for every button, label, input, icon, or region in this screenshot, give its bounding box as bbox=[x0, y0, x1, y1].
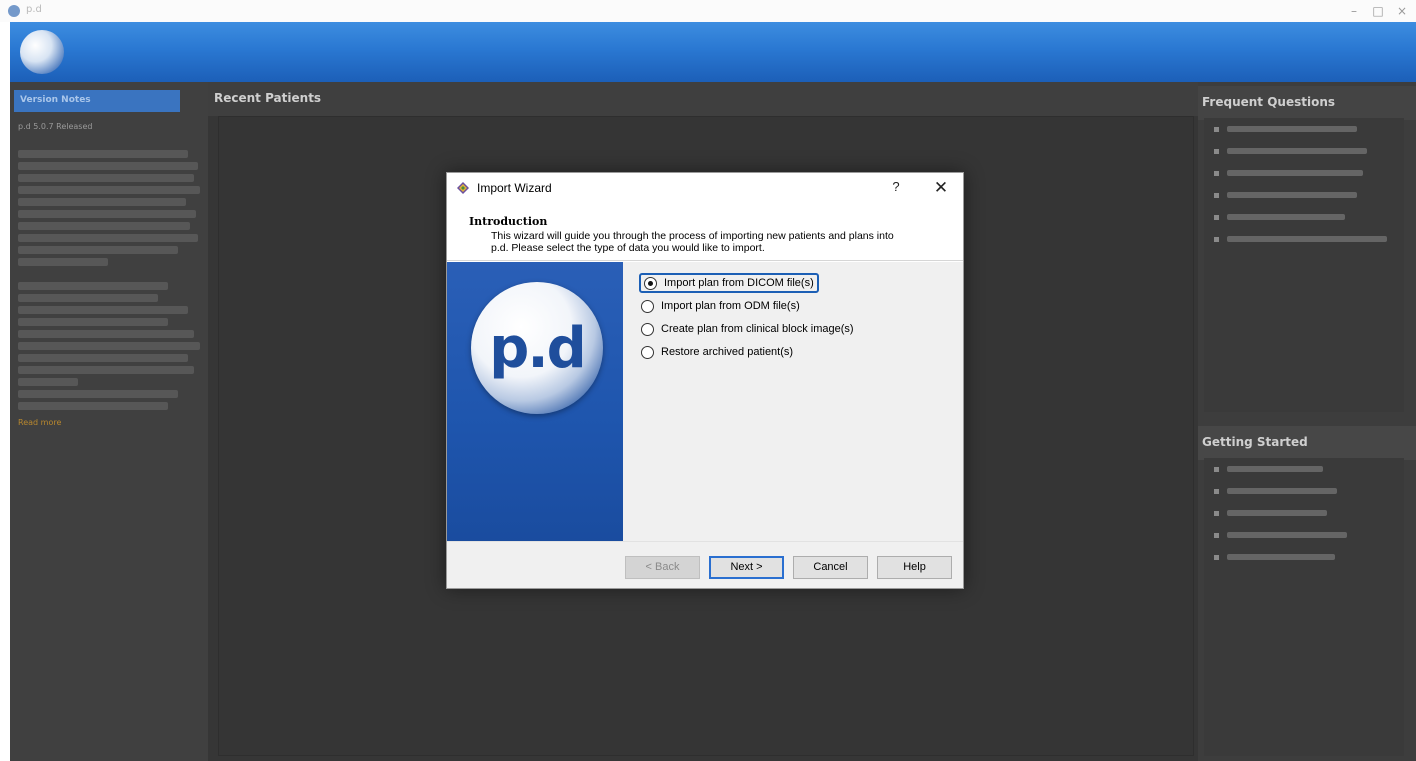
app-icon bbox=[8, 5, 20, 17]
getting-started-item[interactable] bbox=[1204, 546, 1404, 568]
radio-button[interactable] bbox=[641, 322, 654, 336]
dialog-titlebar: Import Wizard ? ✕ bbox=[447, 173, 963, 203]
minimize-button[interactable]: – bbox=[1343, 2, 1365, 20]
bullet-icon bbox=[1214, 236, 1219, 242]
option-label: Import plan from ODM file(s) bbox=[661, 300, 800, 312]
version-notes-panel: Version Notes p.d 5.0.7 Released Read mo… bbox=[10, 82, 208, 761]
bullet-icon bbox=[1214, 170, 1219, 176]
option-label: Create plan from clinical block image(s) bbox=[661, 323, 854, 335]
version-notes-list bbox=[18, 282, 200, 414]
version-notes-title: p.d 5.0.7 Released bbox=[18, 122, 93, 131]
intro-title: Introduction bbox=[469, 215, 548, 228]
recent-patients-header: Recent Patients bbox=[208, 82, 1198, 116]
version-notes-read-more-link[interactable]: Read more bbox=[18, 418, 61, 427]
app-banner bbox=[10, 22, 1416, 82]
option-import-dicom[interactable]: Import plan from DICOM file(s) bbox=[639, 273, 819, 293]
maximize-button[interactable]: □ bbox=[1367, 2, 1389, 20]
faq-list bbox=[1204, 118, 1404, 412]
dialog-title: Import Wizard bbox=[477, 181, 552, 195]
pd-logo-icon: p.d bbox=[471, 282, 603, 414]
bullet-icon bbox=[1214, 466, 1219, 472]
getting-started-item[interactable] bbox=[1204, 524, 1404, 546]
import-wizard-dialog: Import Wizard ? ✕ Introduction This wiza… bbox=[446, 172, 964, 589]
pd-logo-text: p.d bbox=[489, 316, 586, 381]
faq-header: Frequent Questions bbox=[1198, 86, 1416, 120]
faq-item[interactable] bbox=[1204, 228, 1404, 250]
window-title: p.d bbox=[26, 4, 42, 15]
bullet-icon bbox=[1214, 488, 1219, 494]
dialog-footer: < Back Next > Cancel Help bbox=[447, 541, 963, 588]
cancel-button[interactable]: Cancel bbox=[793, 556, 868, 579]
faq-item[interactable] bbox=[1204, 162, 1404, 184]
back-button[interactable]: < Back bbox=[625, 556, 700, 579]
radio-button-checked[interactable] bbox=[644, 276, 657, 290]
version-notes-body bbox=[18, 150, 200, 270]
getting-started-item[interactable] bbox=[1204, 480, 1404, 502]
context-help-button[interactable]: ? bbox=[888, 179, 904, 197]
bullet-icon bbox=[1214, 192, 1219, 198]
getting-started-item[interactable] bbox=[1204, 502, 1404, 524]
bullet-icon bbox=[1214, 148, 1219, 154]
getting-started-list bbox=[1204, 458, 1404, 756]
window-close-button[interactable]: × bbox=[1391, 2, 1413, 20]
faq-item[interactable] bbox=[1204, 140, 1404, 162]
wizard-wand-icon bbox=[457, 182, 469, 194]
window-titlebar: p.d – □ × bbox=[0, 0, 1416, 22]
import-options-area: Import plan from DICOM file(s) Import pl… bbox=[623, 262, 963, 541]
app-window: p.d – □ × Version Notes p.d 5.0.7 Releas… bbox=[0, 0, 1416, 761]
bullet-icon bbox=[1214, 126, 1219, 132]
option-label: Restore archived patient(s) bbox=[661, 346, 794, 358]
radio-button[interactable] bbox=[641, 345, 654, 359]
help-panel: Frequent Questions Getting Started bbox=[1198, 82, 1416, 761]
option-label: Import plan from DICOM file(s) bbox=[664, 277, 814, 289]
faq-item[interactable] bbox=[1204, 118, 1404, 140]
intro-description: This wizard will guide you through the p… bbox=[491, 230, 951, 254]
option-import-odm[interactable]: Import plan from ODM file(s) bbox=[641, 296, 800, 316]
bullet-icon bbox=[1214, 510, 1219, 516]
bullet-icon bbox=[1214, 532, 1219, 538]
bullet-icon bbox=[1214, 214, 1219, 220]
intro-section: Introduction This wizard will guide you … bbox=[447, 203, 963, 261]
version-notes-header: Version Notes bbox=[14, 90, 180, 112]
faq-item[interactable] bbox=[1204, 184, 1404, 206]
option-create-from-block-image[interactable]: Create plan from clinical block image(s) bbox=[641, 319, 854, 339]
faq-item[interactable] bbox=[1204, 206, 1404, 228]
app-logo-icon bbox=[20, 30, 64, 74]
getting-started-item[interactable] bbox=[1204, 458, 1404, 480]
radio-button[interactable] bbox=[641, 299, 654, 313]
intro-description-line-1: This wizard will guide you through the p… bbox=[491, 230, 894, 242]
intro-description-line-2: p.d. Please select the type of data you … bbox=[491, 242, 765, 254]
wizard-side-image: p.d bbox=[447, 262, 623, 541]
option-restore-archived[interactable]: Restore archived patient(s) bbox=[641, 342, 793, 362]
help-button[interactable]: Help bbox=[877, 556, 952, 579]
getting-started-header: Getting Started bbox=[1198, 426, 1416, 460]
bullet-icon bbox=[1214, 554, 1219, 560]
dialog-close-button[interactable]: ✕ bbox=[931, 178, 951, 198]
next-button[interactable]: Next > bbox=[709, 556, 784, 579]
